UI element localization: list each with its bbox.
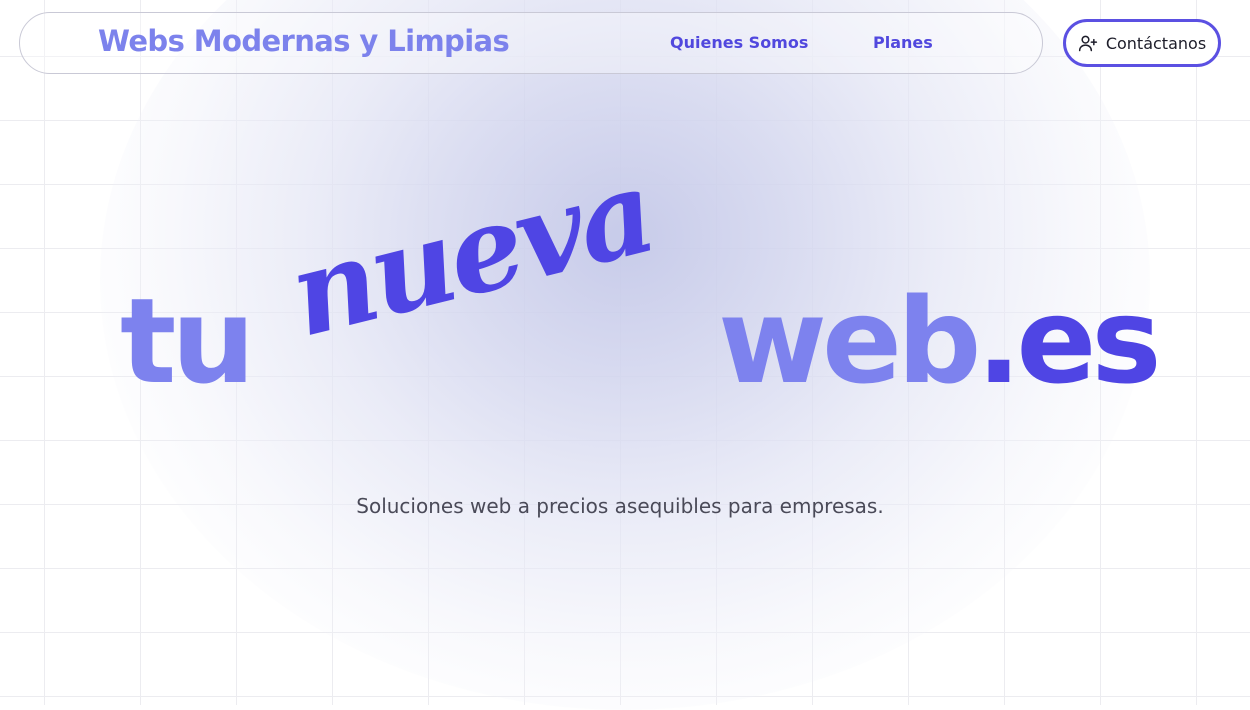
hero-tagline: Soluciones web a precios asequibles para…: [356, 494, 884, 518]
contact-button[interactable]: Contáctanos: [1063, 19, 1221, 67]
contact-button-label: Contáctanos: [1105, 33, 1207, 53]
hero-word-web: web: [718, 272, 982, 410]
brand-title[interactable]: Webs Modernas y Limpias: [98, 24, 510, 58]
user-plus-icon: [1078, 33, 1098, 53]
hero-word-tu: tu: [120, 272, 255, 410]
nav-link-quienes-somos[interactable]: Quienes Somos: [670, 33, 808, 52]
nav-link-planes[interactable]: Planes: [873, 33, 933, 52]
hero-domain: web.es: [718, 282, 1162, 400]
top-navigation-bar: Webs Modernas y Limpias Quienes Somos Pl…: [19, 12, 1043, 74]
hero-word-tld: .es: [976, 272, 1162, 410]
